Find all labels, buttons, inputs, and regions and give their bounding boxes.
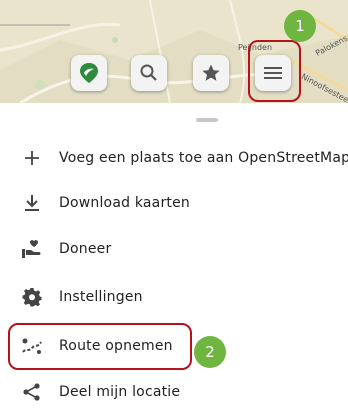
step-badge-2: 2 <box>194 336 226 368</box>
menu-item-download-maps[interactable]: Download kaarten <box>0 179 348 227</box>
menu-item-add-place[interactable]: Voeg een plaats toe aan OpenStreetMap <box>0 134 348 182</box>
star-icon <box>202 64 220 81</box>
record-track-highlight <box>8 323 192 370</box>
app-logo-button[interactable] <box>71 55 107 91</box>
menu-item-label: Download kaarten <box>59 195 190 211</box>
menu-item-label: Deel mijn locatie <box>59 384 181 400</box>
step-badge-1: 1 <box>284 10 316 42</box>
download-icon <box>20 191 44 215</box>
search-button[interactable] <box>131 55 167 91</box>
menu-item-label: Voeg een plaats toe aan OpenStreetMap <box>59 150 348 166</box>
search-icon <box>140 64 157 81</box>
donate-heart-icon <box>20 237 44 261</box>
menu-item-donate[interactable]: Doneer <box>0 225 348 273</box>
plus-icon <box>20 146 44 170</box>
sheet-drag-handle[interactable] <box>196 118 218 122</box>
bookmarks-button[interactable] <box>193 55 229 91</box>
organic-maps-logo-icon <box>80 63 98 83</box>
menu-item-settings[interactable]: Instellingen <box>0 273 348 321</box>
menu-item-label: Doneer <box>59 241 112 257</box>
menu-item-label: Instellingen <box>59 289 143 305</box>
menu-button-highlight <box>248 40 301 102</box>
share-icon <box>20 380 44 404</box>
gear-icon <box>20 285 44 309</box>
